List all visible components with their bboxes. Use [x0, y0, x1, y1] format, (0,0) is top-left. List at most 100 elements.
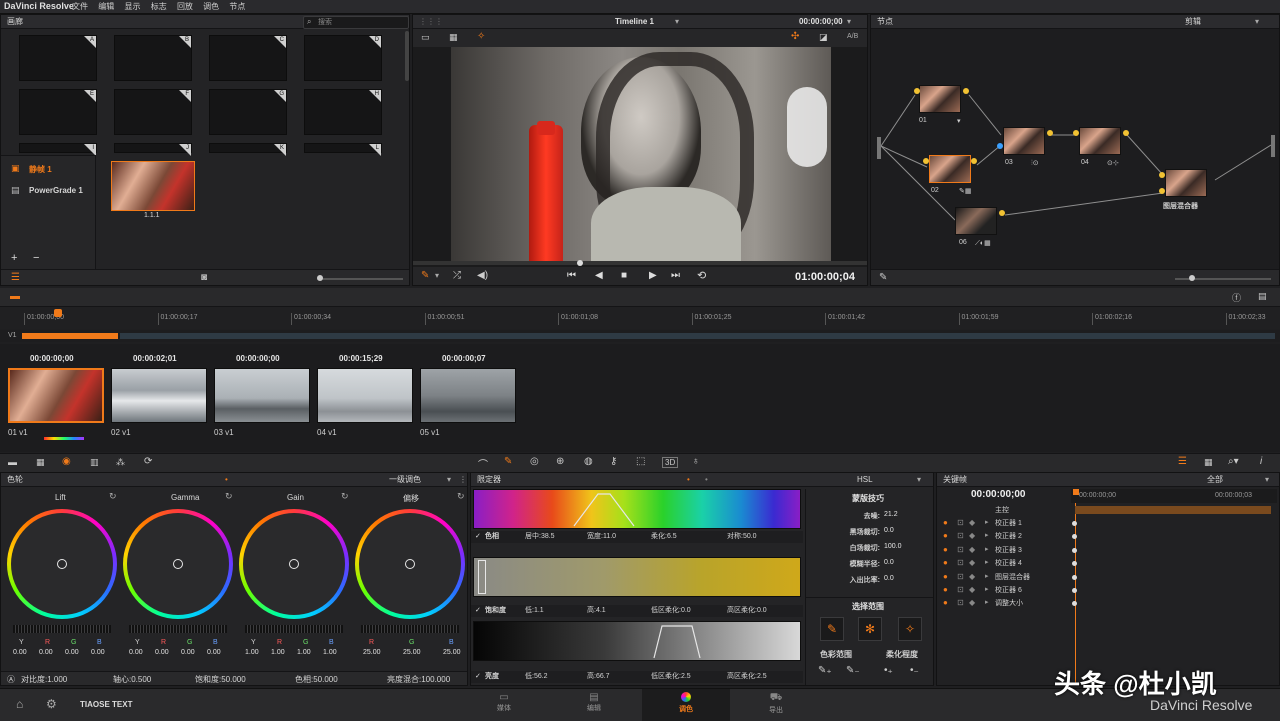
gallery-still-slot[interactable]: D: [304, 35, 382, 81]
qualifier-field[interactable]: 高区柔化:0.0: [727, 605, 767, 617]
qualifier-field[interactable]: 柔化:6.5: [651, 531, 677, 543]
gallery-still-slot[interactable]: E: [19, 89, 97, 135]
picker-button[interactable]: ✎: [820, 617, 844, 641]
settings-icon[interactable]: ⚙: [46, 697, 57, 711]
info-icon[interactable]: i: [1260, 456, 1262, 467]
wheel-mode[interactable]: 一级调色: [389, 473, 421, 487]
hue-bar[interactable]: [473, 489, 801, 529]
chevron-down-icon[interactable]: ▾: [447, 473, 451, 487]
more-icon[interactable]: ⋮: [459, 473, 467, 487]
menu-nodes[interactable]: 节点: [229, 2, 245, 11]
viewer-mode-icon[interactable]: ▭: [421, 32, 430, 43]
playhead-marker[interactable]: [54, 309, 62, 317]
pivot-value[interactable]: 轴心:0.500: [113, 672, 151, 685]
gallery-still-slot[interactable]: K: [209, 143, 287, 156]
node-06[interactable]: [955, 207, 997, 235]
qualifier-field[interactable]: 对称:50.0: [727, 531, 757, 543]
skip-back-icon[interactable]: ⏮: [567, 270, 576, 281]
diamond-icon[interactable]: ◆: [969, 585, 975, 594]
master-wheel-slider[interactable]: [13, 625, 111, 633]
timeline-view-icon[interactable]: ▤: [1258, 291, 1267, 302]
shuffle-icon[interactable]: ⤮: [453, 270, 461, 281]
gallery-still-slot[interactable]: B: [114, 35, 192, 81]
zoom-slider[interactable]: [317, 278, 403, 280]
channel-value[interactable]: 1.00: [297, 649, 311, 656]
camera-icon[interactable]: ◙: [201, 272, 207, 283]
scrub-bar[interactable]: [413, 261, 867, 265]
magic-wand-icon[interactable]: ✧: [477, 31, 485, 42]
lock-icon[interactable]: ⊡: [957, 598, 964, 607]
channel-value[interactable]: 25.00: [443, 649, 461, 656]
zoom-slider-handle[interactable]: [317, 275, 323, 281]
expand-icon[interactable]: ▸: [985, 585, 989, 593]
grid-view-icon[interactable]: ▦: [449, 32, 458, 43]
wheel-puck[interactable]: [289, 559, 299, 569]
row-dot-icon[interactable]: ●: [943, 598, 948, 607]
channel-value[interactable]: 1.00: [271, 649, 285, 656]
menu-edit[interactable]: 编辑: [98, 2, 114, 11]
matte-value[interactable]: 100.0: [884, 543, 902, 550]
page-edit[interactable]: ▤ 编辑: [574, 692, 614, 718]
play-reverse-icon[interactable]: ◀: [595, 270, 603, 281]
channel-value[interactable]: 0.00: [181, 649, 195, 656]
wheel-reset-icon[interactable]: ↻: [109, 491, 117, 502]
keyframe-panel-icon[interactable]: ☰: [1178, 456, 1187, 467]
color-wheel[interactable]: [355, 509, 465, 619]
wheel-reset-icon[interactable]: ↻: [341, 491, 349, 502]
color-wheel[interactable]: [123, 509, 233, 619]
saturation-value[interactable]: 饱和度:50.000: [195, 672, 246, 685]
matte-value[interactable]: 21.2: [884, 511, 898, 518]
master-wheel-slider[interactable]: [245, 625, 343, 633]
node-zoom-handle[interactable]: [1189, 275, 1195, 281]
reset-icon[interactable]: ⟳: [144, 456, 152, 467]
keyframe-row[interactable]: ● ⊡ ◆ ▸ 校正器 3: [937, 544, 1279, 557]
color-wheel[interactable]: [239, 509, 349, 619]
node-04[interactable]: [1079, 127, 1121, 155]
expand-icon[interactable]: ▸: [985, 518, 989, 526]
zoom-icon[interactable]: ⌕▾: [1228, 456, 1239, 467]
clip-thumbnail[interactable]: [214, 368, 310, 423]
timeline-ruler[interactable]: 01:00:00;00 01:00:00;17 01:00:00;34 01:00:0…: [0, 307, 1280, 329]
wheel-puck[interactable]: [173, 559, 183, 569]
chevron-down-icon[interactable]: ▾: [917, 473, 921, 487]
keyframe-dot[interactable]: [1072, 521, 1077, 526]
gallery-still-slot[interactable]: J: [114, 143, 192, 156]
node-03[interactable]: [1003, 127, 1045, 155]
channel-value[interactable]: 0.00: [91, 649, 105, 656]
scrub-handle[interactable]: [577, 260, 583, 266]
gallery-still-slot[interactable]: A: [19, 35, 97, 81]
gallery-still-slot[interactable]: F: [114, 89, 192, 135]
play-icon[interactable]: ▶: [649, 270, 657, 281]
row-dot-icon[interactable]: ●: [943, 518, 948, 527]
page-media[interactable]: ▭ 媒体: [484, 692, 524, 718]
channel-value[interactable]: 1.00: [323, 649, 337, 656]
soft-plus-icon[interactable]: •₊: [884, 665, 893, 676]
gallery-still-slot[interactable]: I: [19, 143, 97, 156]
master-row[interactable]: 主控: [937, 505, 1279, 516]
master-wheel-slider[interactable]: [129, 625, 227, 633]
sizing-icon[interactable]: ⬚: [636, 456, 645, 467]
clip-thumbnail[interactable]: [111, 368, 207, 423]
keyframe-row[interactable]: ● ⊡ ◆ ▸ 校正器 6: [937, 584, 1279, 597]
keyframe-row[interactable]: ● ⊡ ◆ ▸ 校正器 2: [937, 530, 1279, 543]
channel-value[interactable]: 25.00: [403, 649, 421, 656]
keyframe-row[interactable]: ● ⊡ ◆ ▸ 校正器 4: [937, 557, 1279, 570]
node-layer-mixer[interactable]: [1165, 169, 1207, 197]
3d-icon[interactable]: 3D: [662, 457, 679, 468]
diamond-icon[interactable]: ◆: [969, 572, 975, 581]
diamond-icon[interactable]: ◆: [969, 531, 975, 540]
row-dot-icon[interactable]: ●: [943, 545, 948, 554]
channel-value[interactable]: 0.00: [65, 649, 79, 656]
keyframe-dot[interactable]: [1072, 574, 1077, 580]
range-minus-icon[interactable]: ✎₊: [818, 665, 832, 676]
wheel-puck[interactable]: [57, 559, 67, 569]
clip-thumbnail[interactable]: [420, 368, 516, 423]
node-02[interactable]: [929, 155, 971, 183]
check-icon[interactable]: ✓: [475, 605, 481, 617]
channel-value[interactable]: 0.00: [39, 649, 53, 656]
fx-icon[interactable]: ⓕ: [1232, 291, 1241, 304]
expand-icon[interactable]: ▸: [985, 598, 989, 606]
lock-icon[interactable]: ⊡: [957, 558, 964, 567]
range-plus-icon[interactable]: ✎₋: [846, 665, 860, 676]
wheel-reset-icon[interactable]: ↻: [225, 491, 233, 502]
